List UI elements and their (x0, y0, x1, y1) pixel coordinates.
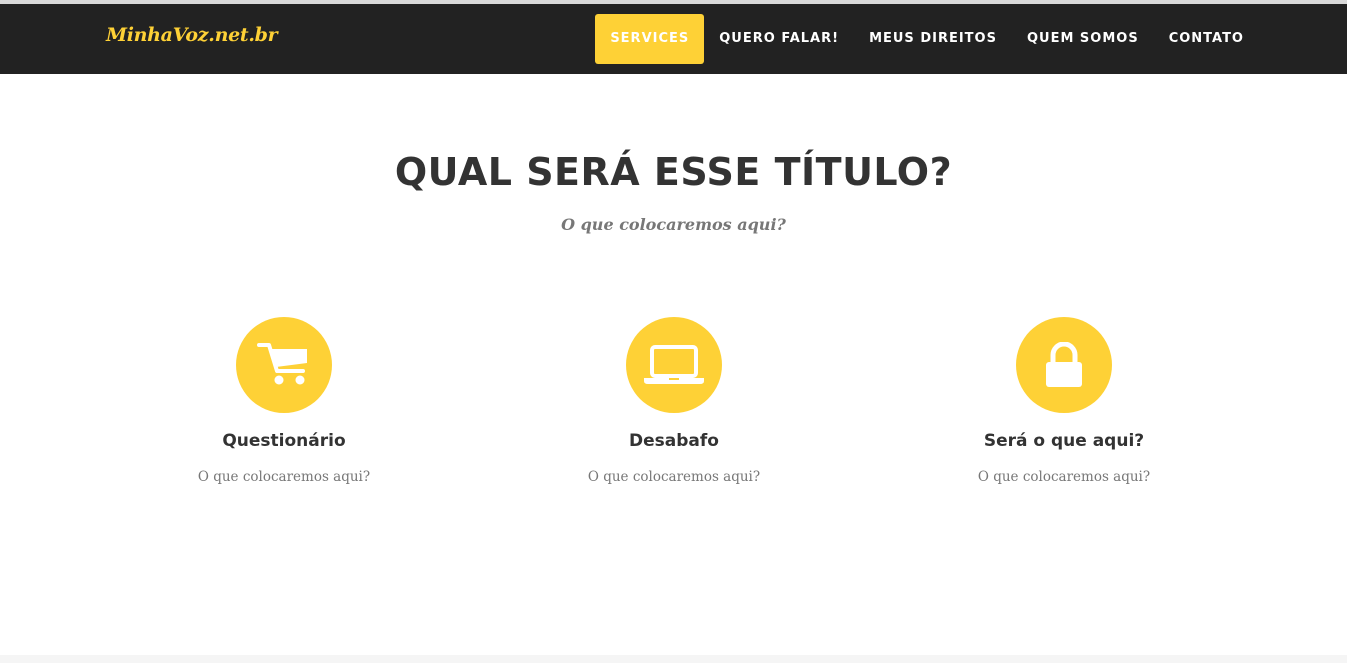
service-icon-circle (1016, 317, 1112, 413)
service-icon-circle (626, 317, 722, 413)
nav-link-services[interactable]: SERVICES (595, 14, 705, 64)
service-text: O que colocaremos aqui? (977, 469, 1151, 485)
nav-link-quem-somos[interactable]: QUEM SOMOS (1012, 14, 1154, 64)
service-title: Questionário (222, 431, 346, 451)
brand-logo[interactable]: MinhaVoz.net.br (106, 24, 278, 46)
section-heading: QUAL SERÁ ESSE TÍTULO? (394, 150, 953, 194)
nav-item-contato: CONTATO (1154, 14, 1259, 64)
nav-link-contato[interactable]: CONTATO (1154, 14, 1259, 64)
service-text: O que colocaremos aqui? (587, 469, 761, 485)
nav-item-meus-direitos: MEUS DIREITOS (854, 14, 1012, 64)
shopping-cart-icon (257, 343, 307, 385)
nav-link-quero-falar[interactable]: QUERO FALAR! (704, 14, 854, 64)
lock-icon (1046, 342, 1082, 387)
nav-item-services: SERVICES (595, 14, 705, 64)
service-title: Será o que aqui? (983, 431, 1145, 451)
nav-item-quero-falar: QUERO FALAR! (704, 14, 854, 64)
section-subheading: O que colocaremos aqui? (561, 215, 786, 234)
nav-item-quem-somos: QUEM SOMOS (1012, 14, 1154, 64)
service-text: O que colocaremos aqui? (197, 469, 371, 485)
laptop-icon (644, 345, 704, 384)
service-questionario: Questionário O que colocaremos aqui? (104, 317, 464, 485)
next-section-edge (0, 655, 1347, 663)
service-icon-circle (236, 317, 332, 413)
service-title: Desabafo (629, 431, 719, 451)
nav-link-meus-direitos[interactable]: MEUS DIREITOS (854, 14, 1012, 64)
main-nav: SERVICES QUERO FALAR! MEUS DIREITOS QUEM… (595, 14, 1259, 64)
service-sera-o-que-aqui: Será o que aqui? O que colocaremos aqui? (884, 317, 1244, 485)
service-desabafo: Desabafo O que colocaremos aqui? (494, 317, 854, 485)
navbar: MinhaVoz.net.br SERVICES QUERO FALAR! ME… (0, 4, 1347, 74)
